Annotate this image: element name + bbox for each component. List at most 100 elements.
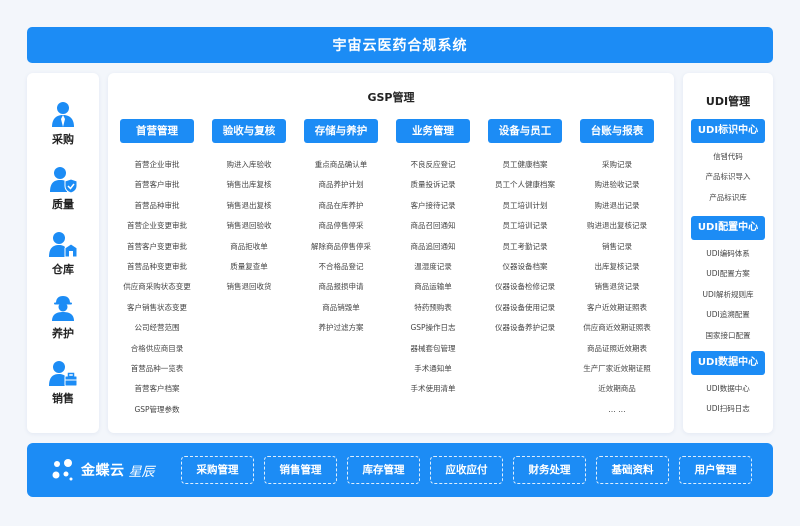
list-item[interactable]: UDI追溯配置 — [683, 305, 773, 325]
list-item[interactable]: 重点商品确认单 — [301, 155, 381, 175]
list-item[interactable]: 产品标识库 — [683, 188, 773, 208]
butterfly-logo-icon — [52, 459, 73, 481]
udi-group-header[interactable]: UDI配置中心 — [691, 216, 765, 240]
list-item[interactable]: 商品证照近效期表 — [577, 339, 657, 359]
list-item[interactable]: 首营客户审批 — [117, 175, 197, 195]
list-item[interactable]: 手术通知单 — [393, 359, 473, 379]
list-item[interactable]: 客户销售状态变更 — [117, 298, 197, 318]
udi-group-header[interactable]: UDI标识中心 — [691, 119, 765, 143]
list-item[interactable]: 购进退出记录 — [577, 196, 657, 216]
list-item[interactable]: 特药预购表 — [393, 298, 473, 318]
list-item[interactable]: 销售记录 — [577, 237, 657, 257]
list-item[interactable]: UDI编码体系 — [683, 244, 773, 264]
list-item[interactable]: 养护过滤方案 — [301, 318, 381, 338]
gsp-column-first-operation: 首营管理 首营企业审批 首营客户审批 首营品种审批 首营企业变更审批 首营客户变… — [117, 119, 197, 420]
list-item[interactable]: 信됌代码 — [683, 147, 773, 167]
list-item[interactable]: 首营企业审批 — [117, 155, 197, 175]
list-item[interactable]: 仪器设备养护记录 — [485, 318, 565, 338]
list-item[interactable]: UDI数据中心 — [683, 379, 773, 399]
app-title: 宇宙云医药合规系统 — [332, 38, 468, 54]
list-item[interactable]: 首营客户档案 — [117, 379, 197, 399]
list-item[interactable]: UDI扫码日志 — [683, 399, 773, 419]
role-sales[interactable]: 销售 — [27, 359, 99, 406]
column-header[interactable]: 首营管理 — [120, 119, 194, 143]
module-inventory-button[interactable]: 库存管理 — [347, 456, 420, 484]
list-item[interactable]: 商品停售停采 — [301, 216, 381, 236]
list-item[interactable]: GSP管理参数 — [117, 400, 197, 420]
list-item[interactable]: 购进退出复核记录 — [577, 216, 657, 236]
list-item[interactable]: 温湿度记录 — [393, 257, 473, 277]
list-item[interactable]: 销售退出复核 — [209, 196, 289, 216]
list-item[interactable]: 购进验收记录 — [577, 175, 657, 195]
list-item[interactable]: GSP操作日志 — [393, 318, 473, 338]
list-item[interactable]: 供应商近效期证照表 — [577, 318, 657, 338]
list-item[interactable]: 员工个人健康档案 — [485, 175, 565, 195]
list-item[interactable]: 产品标识导入 — [683, 167, 773, 187]
list-item[interactable]: 客户近效期证照表 — [577, 298, 657, 318]
list-item[interactable]: 公司经营范围 — [117, 318, 197, 338]
role-maintenance[interactable]: 养护 — [27, 294, 99, 341]
list-item[interactable]: 近效期商品 — [577, 379, 657, 399]
list-item[interactable]: 器械套包管理 — [393, 339, 473, 359]
list-item[interactable]: 仪器设备档案 — [485, 257, 565, 277]
list-item[interactable]: 首营企业变更审批 — [117, 216, 197, 236]
list-item[interactable]: 销售退回收货 — [209, 277, 289, 297]
module-finance-button[interactable]: 财务处理 — [513, 456, 586, 484]
list-item[interactable]: 销售出库复核 — [209, 175, 289, 195]
list-item[interactable]: 供应商采购状态变更 — [117, 277, 197, 297]
list-item[interactable]: 商品拒收单 — [209, 237, 289, 257]
module-purchase-button[interactable]: 采购管理 — [181, 456, 254, 484]
list-item[interactable]: 质量复查单 — [209, 257, 289, 277]
module-receivable-payable-button[interactable]: 应收应付 — [430, 456, 503, 484]
list-item[interactable]: 客户接待记录 — [393, 196, 473, 216]
list-item[interactable]: 商品追回通知 — [393, 237, 473, 257]
list-item[interactable]: 员工培训计划 — [485, 196, 565, 216]
list-item[interactable]: 销售退回验收 — [209, 216, 289, 236]
list-item[interactable]: 首营客户变更审批 — [117, 237, 197, 257]
list-item[interactable]: 首营品种一览表 — [117, 359, 197, 379]
module-user-management-button[interactable]: 用户管理 — [679, 456, 752, 484]
list-item[interactable]: 商品运输单 — [393, 277, 473, 297]
list-item[interactable]: 员工健康档案 — [485, 155, 565, 175]
list-item[interactable]: 手术使用清单 — [393, 379, 473, 399]
column-header[interactable]: 设备与员工 — [488, 119, 562, 143]
list-item[interactable]: 商品报损申请 — [301, 277, 381, 297]
role-quality[interactable]: 质量 — [27, 165, 99, 212]
udi-panel: UDI管理 UDI标识中心 信됌代码 产品标识导入 产品标识库 UDI配置中心 … — [683, 73, 773, 433]
column-header[interactable]: 业务管理 — [396, 119, 470, 143]
list-item[interactable]: 采购记录 — [577, 155, 657, 175]
list-item[interactable]: 国家接口配置 — [683, 326, 773, 346]
list-item[interactable]: 合格供应商目录 — [117, 339, 197, 359]
list-item[interactable]: 出库复核记录 — [577, 257, 657, 277]
column-header[interactable]: 台账与报表 — [580, 119, 654, 143]
list-item[interactable]: 商品养护计划 — [301, 175, 381, 195]
module-sales-button[interactable]: 销售管理 — [264, 456, 337, 484]
list-item[interactable]: 首营品种审批 — [117, 196, 197, 216]
list-item[interactable]: 不良反应登记 — [393, 155, 473, 175]
list-item[interactable]: 仪器设备使用记录 — [485, 298, 565, 318]
role-warehouse[interactable]: 仓库 — [27, 230, 99, 277]
udi-group-configuration: UDI配置中心 UDI编码体系 UDI配置方案 UDI解析规则库 UDI追溯配置… — [683, 216, 773, 346]
list-item[interactable]: 员工培训记录 — [485, 216, 565, 236]
list-item[interactable]: 仪器设备检修记录 — [485, 277, 565, 297]
udi-group-header[interactable]: UDI数据中心 — [691, 351, 765, 375]
list-item[interactable]: 质量投诉记录 — [393, 175, 473, 195]
list-item[interactable]: 商品在库养护 — [301, 196, 381, 216]
footer-bar: 金蝶云 星辰 采购管理 销售管理 库存管理 应收应付 财务处理 基础资料 用户管… — [27, 443, 773, 497]
column-header[interactable]: 存储与养护 — [304, 119, 378, 143]
list-item[interactable]: 购进入库验收 — [209, 155, 289, 175]
list-item[interactable]: 销售退货记录 — [577, 277, 657, 297]
role-purchase[interactable]: 采购 — [27, 100, 99, 147]
list-item[interactable]: UDI解析规则库 — [683, 285, 773, 305]
list-item[interactable]: UDI配置方案 — [683, 264, 773, 284]
list-item[interactable]: 商品召回通知 — [393, 216, 473, 236]
list-item[interactable]: 不合格品登记 — [301, 257, 381, 277]
module-master-data-button[interactable]: 基础资料 — [596, 456, 669, 484]
column-header[interactable]: 验收与复核 — [212, 119, 286, 143]
list-item[interactable]: 首营品种变更审批 — [117, 257, 197, 277]
list-item[interactable]: 商品销毁单 — [301, 298, 381, 318]
worker-helmet-icon — [52, 296, 74, 321]
list-item[interactable]: 生产厂家近效期证照 — [577, 359, 657, 379]
list-item[interactable]: 员工考勤记录 — [485, 237, 565, 257]
list-item[interactable]: 解除商品停售停采 — [301, 237, 381, 257]
